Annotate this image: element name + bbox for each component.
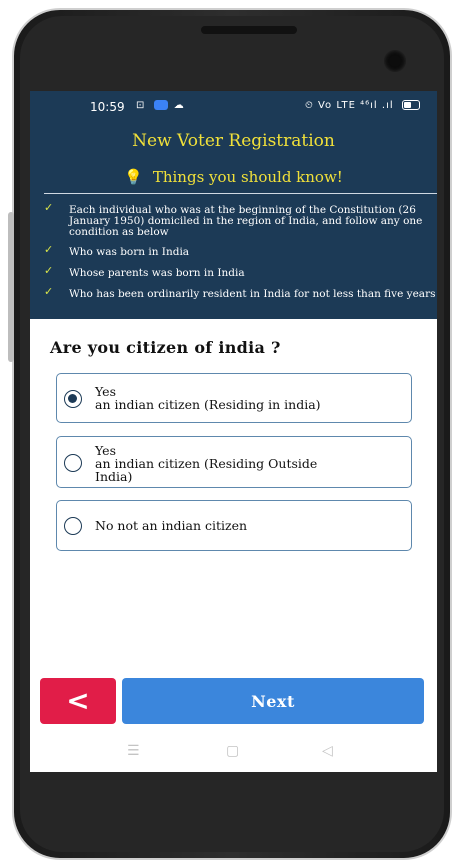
check-icon: ✓ xyxy=(44,285,54,298)
signal-icons: ⏲ Vo LTE ⁴⁶ıl .ıl xyxy=(305,100,394,111)
speaker-grille xyxy=(201,26,297,34)
things-label: Things you should know! xyxy=(152,168,343,186)
option-label: Yes an indian citizen (Residing Outside … xyxy=(95,443,318,484)
info-text: Who has been ordinarily resident in Indi… xyxy=(69,288,436,300)
next-button[interactable]: Next xyxy=(122,678,424,724)
option-not-indian-citizen[interactable]: No not an indian citizen xyxy=(56,500,412,551)
info-text: Whose parents was born in India xyxy=(69,267,245,279)
battery-icon xyxy=(401,100,420,110)
menu-icon[interactable]: ☰ xyxy=(127,743,140,759)
option-label: No not an indian citizen xyxy=(95,518,248,533)
page-title: New Voter Registration xyxy=(132,131,335,151)
option-residing-outside-india[interactable]: Yes an indian citizen (Residing Outside … xyxy=(56,436,412,488)
app-screen: 10:59 ⊡ ☁ ⏲ Vo LTE ⁴⁶ıl .ıl New Voter Re… xyxy=(30,91,437,772)
header-panel: 10:59 ⊡ ☁ ⏲ Vo LTE ⁴⁶ıl .ıl New Voter Re… xyxy=(30,91,437,319)
info-text: Each individual who was at the beginning… xyxy=(69,204,423,238)
front-camera xyxy=(384,50,406,72)
radio-button[interactable] xyxy=(64,517,82,535)
back-triangle-icon[interactable]: ◁ xyxy=(322,743,333,759)
back-button[interactable]: < xyxy=(40,678,116,724)
status-right-icons: ⏲ Vo LTE ⁴⁶ıl .ıl xyxy=(305,100,420,111)
status-bar: 10:59 ⊡ ☁ ⏲ Vo LTE ⁴⁶ıl .ıl xyxy=(30,91,437,123)
side-button xyxy=(8,212,14,362)
chat-icon xyxy=(153,100,168,110)
info-text: Who was born in India xyxy=(69,246,190,258)
sim-icon: ⊡ xyxy=(136,100,148,111)
check-icon: ✓ xyxy=(44,201,54,214)
system-nav-bar: ☰ ▢ ◁ xyxy=(30,731,437,772)
radio-button[interactable] xyxy=(64,454,82,472)
divider xyxy=(44,193,437,194)
radio-button-selected[interactable] xyxy=(64,390,82,408)
check-icon: ✓ xyxy=(44,243,54,256)
cloud-icon: ☁ xyxy=(173,100,187,111)
lightbulb-icon: 💡 xyxy=(124,168,143,186)
status-left-icons: ⊡ ☁ xyxy=(136,100,187,111)
things-heading: 💡 Things you should know! xyxy=(30,168,437,186)
home-icon[interactable]: ▢ xyxy=(226,743,239,759)
option-label: Yes an indian citizen (Residing in india… xyxy=(95,384,321,412)
status-time: 10:59 xyxy=(90,100,125,114)
option-residing-in-india[interactable]: Yes an indian citizen (Residing in india… xyxy=(56,373,412,423)
citizenship-question: Are you citizen of india ? xyxy=(50,338,281,357)
chevron-left-icon: < xyxy=(66,684,90,717)
check-icon: ✓ xyxy=(44,264,54,277)
